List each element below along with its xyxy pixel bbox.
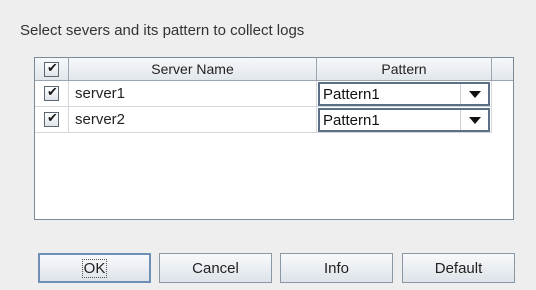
- pattern-dropdown[interactable]: Pattern1: [318, 82, 490, 106]
- cancel-button[interactable]: Cancel: [159, 253, 272, 283]
- row-checkbox-cell: ✔: [35, 107, 69, 133]
- pattern-value: Pattern1: [323, 111, 380, 129]
- column-header-pattern[interactable]: Pattern: [317, 58, 492, 81]
- header-filler: [492, 58, 513, 81]
- chevron-down-icon: [468, 90, 481, 98]
- dropdown-arrow-button[interactable]: [460, 84, 488, 104]
- pattern-value: Pattern1: [323, 85, 380, 103]
- server-table: ✔ Server Name Pattern ✔ server1 Pattern1: [34, 57, 514, 220]
- ok-button-label: OK: [81, 258, 108, 278]
- info-button[interactable]: Info: [280, 253, 393, 283]
- pattern-cell: Pattern1: [317, 81, 492, 107]
- row-checkbox[interactable]: ✔: [44, 111, 59, 127]
- default-button[interactable]: Default: [402, 253, 515, 283]
- server-name-cell[interactable]: server1: [69, 81, 317, 107]
- table-row: ✔ server1 Pattern1: [35, 81, 492, 107]
- check-icon: ✔: [47, 85, 58, 100]
- select-all-header[interactable]: ✔: [35, 58, 69, 81]
- chevron-down-icon: [468, 116, 481, 124]
- check-icon: ✔: [47, 60, 58, 76]
- column-header-server-name[interactable]: Server Name: [69, 58, 317, 81]
- collect-logs-dialog: Select severs and its pattern to collect…: [0, 0, 536, 290]
- check-icon: ✔: [47, 111, 58, 126]
- server-name-cell[interactable]: server2: [69, 107, 317, 133]
- pattern-dropdown[interactable]: Pattern1: [318, 108, 490, 132]
- pattern-cell: Pattern1: [317, 107, 492, 133]
- dropdown-arrow-button[interactable]: [460, 110, 488, 130]
- row-checkbox-cell: ✔: [35, 81, 69, 107]
- instruction-label: Select severs and its pattern to collect…: [20, 22, 305, 39]
- select-all-checkbox[interactable]: ✔: [44, 60, 59, 77]
- row-checkbox[interactable]: ✔: [44, 85, 59, 101]
- table-row: ✔ server2 Pattern1: [35, 107, 492, 133]
- ok-button[interactable]: OK: [38, 253, 151, 283]
